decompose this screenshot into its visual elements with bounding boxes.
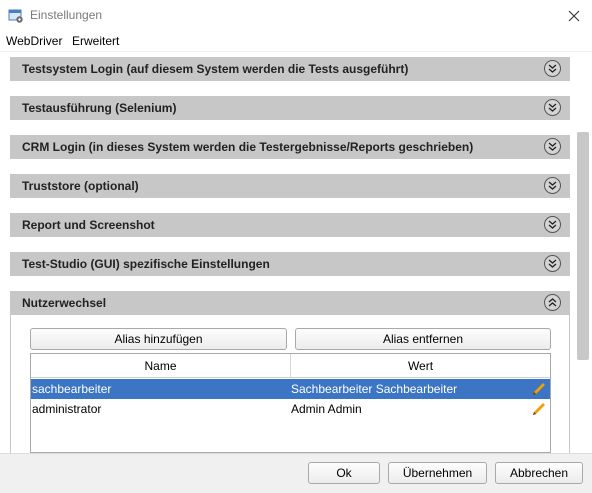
chevron-double-down-icon[interactable] [544,60,561,77]
vertical-scrollbar[interactable] [577,132,589,360]
section-crm-login[interactable]: CRM Login (in dieses System werden die T… [10,135,570,159]
section-label: Nutzerwechsel [22,296,107,310]
section-truststore[interactable]: Truststore (optional) [10,174,570,198]
alias-table: Name Wert sachbearbeiter Sachbearbeiter … [30,353,551,453]
section-label: Truststore (optional) [22,179,139,193]
remove-alias-button[interactable]: Alias entfernen [295,328,551,350]
cancel-button[interactable]: Abbrechen [495,462,583,484]
pencil-icon[interactable] [531,401,547,417]
section-label: CRM Login (in dieses System werden die T… [22,140,474,154]
section-test-studio-gui[interactable]: Test-Studio (GUI) spezifische Einstellun… [10,252,570,276]
table-row[interactable]: administrator Admin Admin [31,399,550,419]
chevron-double-down-icon[interactable] [544,255,561,272]
column-header-wert[interactable]: Wert [291,354,550,378]
ok-button[interactable]: Ok [308,462,380,484]
section-label: Report und Screenshot [22,218,155,232]
section-testausfuehrung[interactable]: Testausführung (Selenium) [10,96,570,120]
pencil-icon[interactable] [531,381,547,397]
table-row[interactable]: sachbearbeiter Sachbearbeiter Sachbearbe… [31,379,550,399]
dialog-footer: Ok Übernehmen Abbrechen [0,453,592,493]
cell-name: sachbearbeiter [32,382,112,396]
apply-button[interactable]: Übernehmen [388,462,487,484]
cell-value: Sachbearbeiter Sachbearbeiter [291,382,458,396]
section-label: Testsystem Login (auf diesem System werd… [22,62,409,76]
section-label: Testausführung (Selenium) [22,101,177,115]
settings-window-icon [8,8,24,24]
chevron-double-down-icon[interactable] [544,216,561,233]
menu-bar: WebDriver Erweitert [0,31,592,51]
section-testsystem-login[interactable]: Testsystem Login (auf diesem System werd… [10,57,570,81]
section-label: Test-Studio (GUI) spezifische Einstellun… [22,257,270,271]
chevron-double-up-icon[interactable] [544,294,561,311]
cell-value: Admin Admin [291,402,362,416]
section-nutzerwechsel[interactable]: Nutzerwechsel [10,291,570,315]
title-bar: Einstellungen [0,0,592,31]
table-header: Name Wert [31,354,550,378]
add-alias-button[interactable]: Alias hinzufügen [30,328,287,350]
section-report-screenshot[interactable]: Report und Screenshot [10,213,570,237]
chevron-double-down-icon[interactable] [544,177,561,194]
close-icon[interactable] [562,5,586,27]
chevron-double-down-icon[interactable] [544,138,561,155]
cell-name: administrator [32,402,102,416]
column-header-name[interactable]: Name [31,354,291,378]
window-title: Einstellungen [30,8,103,22]
chevron-double-down-icon[interactable] [544,99,561,116]
menu-erweitert[interactable]: Erweitert [72,34,119,48]
menu-webdriver[interactable]: WebDriver [6,34,62,48]
